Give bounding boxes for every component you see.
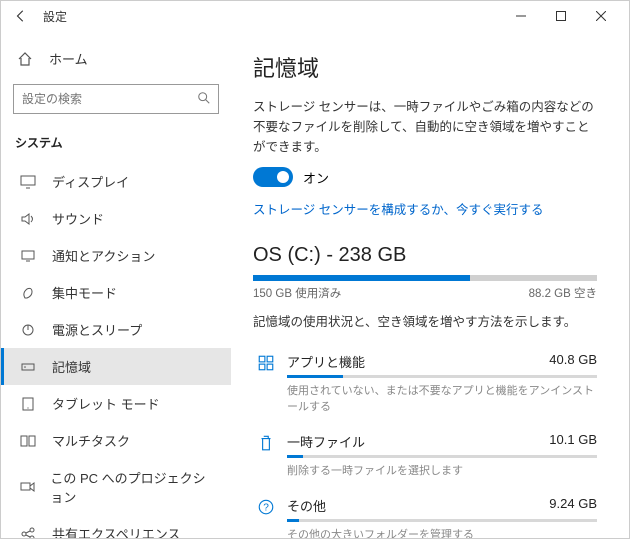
storage-sense-description: ストレージ センサーは、一時ファイルやごみ箱の内容などの不要なファイルを削除して… <box>253 97 597 157</box>
maximize-button[interactable] <box>541 2 581 30</box>
sidebar-item-shared[interactable]: 共有エクスペリエンス <box>1 515 231 538</box>
cat-sub: 削除する一時ファイルを選択します <box>287 462 597 478</box>
sidebar-item-power[interactable]: 電源とスリープ <box>1 311 231 348</box>
sidebar-item-sound[interactable]: サウンド <box>1 200 231 237</box>
nav-label: ディスプレイ <box>52 172 129 191</box>
nav-label: この PC へのプロジェクション <box>50 468 217 506</box>
usage-note: 記憶域の使用状況と、空き領域を増やす方法を示します。 <box>253 311 597 330</box>
sidebar-item-focus[interactable]: 集中モード <box>1 274 231 311</box>
cat-size: 40.8 GB <box>549 352 597 371</box>
svg-text:?: ? <box>263 502 269 513</box>
sidebar-item-storage[interactable]: 記憶域 <box>1 348 231 385</box>
drive-free-label: 88.2 GB 空き <box>529 285 597 301</box>
drive-usage-fill <box>253 275 470 281</box>
share-icon <box>18 527 38 539</box>
nav-label: 通知とアクション <box>52 246 155 265</box>
nav-label: サウンド <box>52 209 104 228</box>
multitask-icon <box>18 434 38 448</box>
home-icon <box>15 51 35 67</box>
toggle-label: オン <box>303 168 329 187</box>
sidebar-home-label: ホーム <box>49 49 88 68</box>
nav-label: 共有エクスペリエンス <box>52 524 180 538</box>
drive-used-label: 150 GB 使用済み <box>253 285 341 301</box>
nav-label: 集中モード <box>52 283 117 302</box>
sidebar-item-display[interactable]: ディスプレイ <box>1 163 231 200</box>
back-button[interactable] <box>9 9 33 23</box>
sound-icon <box>18 212 38 226</box>
cat-name: その他 <box>287 496 326 515</box>
storage-icon <box>18 360 38 374</box>
question-icon: ? <box>253 496 279 516</box>
cat-size: 9.24 GB <box>549 496 597 515</box>
power-icon <box>18 323 38 337</box>
sidebar-item-multitask[interactable]: マルチタスク <box>1 422 231 459</box>
category-apps[interactable]: アプリと機能 40.8 GB 使用されていない、または不要なアプリと機能をアンイン… <box>253 346 597 426</box>
nav-label: タブレット モード <box>52 394 160 413</box>
nav-label: マルチタスク <box>52 431 130 450</box>
page-heading: 記憶域 <box>253 51 597 83</box>
cat-size: 10.1 GB <box>549 432 597 451</box>
apps-icon <box>253 352 279 372</box>
cat-sub: その他の大きいフォルダーを管理する <box>287 526 597 538</box>
nav-label: 記憶域 <box>52 357 91 376</box>
sidebar-item-tablet[interactable]: タブレット モード <box>1 385 231 422</box>
cat-sub: 使用されていない、または不要なアプリと機能をアンインストールする <box>287 382 597 414</box>
drive-title: OS (C:) - 238 GB <box>253 244 597 267</box>
sidebar-item-notifications[interactable]: 通知とアクション <box>1 237 231 274</box>
drive-usage-bar <box>253 275 597 281</box>
display-icon <box>18 175 38 189</box>
cat-name: アプリと機能 <box>287 352 365 371</box>
storage-sense-toggle[interactable] <box>253 167 293 187</box>
trash-icon <box>253 432 279 452</box>
category-temp[interactable]: 一時ファイル 10.1 GB 削除する一時ファイルを選択します <box>253 426 597 490</box>
cat-name: 一時ファイル <box>287 432 365 451</box>
tablet-icon <box>18 397 38 411</box>
window-title: 設定 <box>43 8 67 25</box>
close-button[interactable] <box>581 2 621 30</box>
nav-label: 電源とスリープ <box>52 320 142 339</box>
search-input[interactable] <box>13 84 219 114</box>
projection-icon <box>18 480 36 494</box>
focus-icon <box>18 286 38 300</box>
minimize-button[interactable] <box>501 2 541 30</box>
category-other[interactable]: ? その他 9.24 GB その他の大きいフォルダーを管理する <box>253 490 597 538</box>
search-icon <box>197 91 211 105</box>
sidebar-section: システム <box>1 124 231 163</box>
sidebar-item-projection[interactable]: この PC へのプロジェクション <box>1 459 231 515</box>
sidebar-home[interactable]: ホーム <box>1 41 231 76</box>
configure-storage-sense-link[interactable]: ストレージ センサーを構成するか、今すぐ実行する <box>253 199 597 218</box>
notification-icon <box>18 249 38 263</box>
